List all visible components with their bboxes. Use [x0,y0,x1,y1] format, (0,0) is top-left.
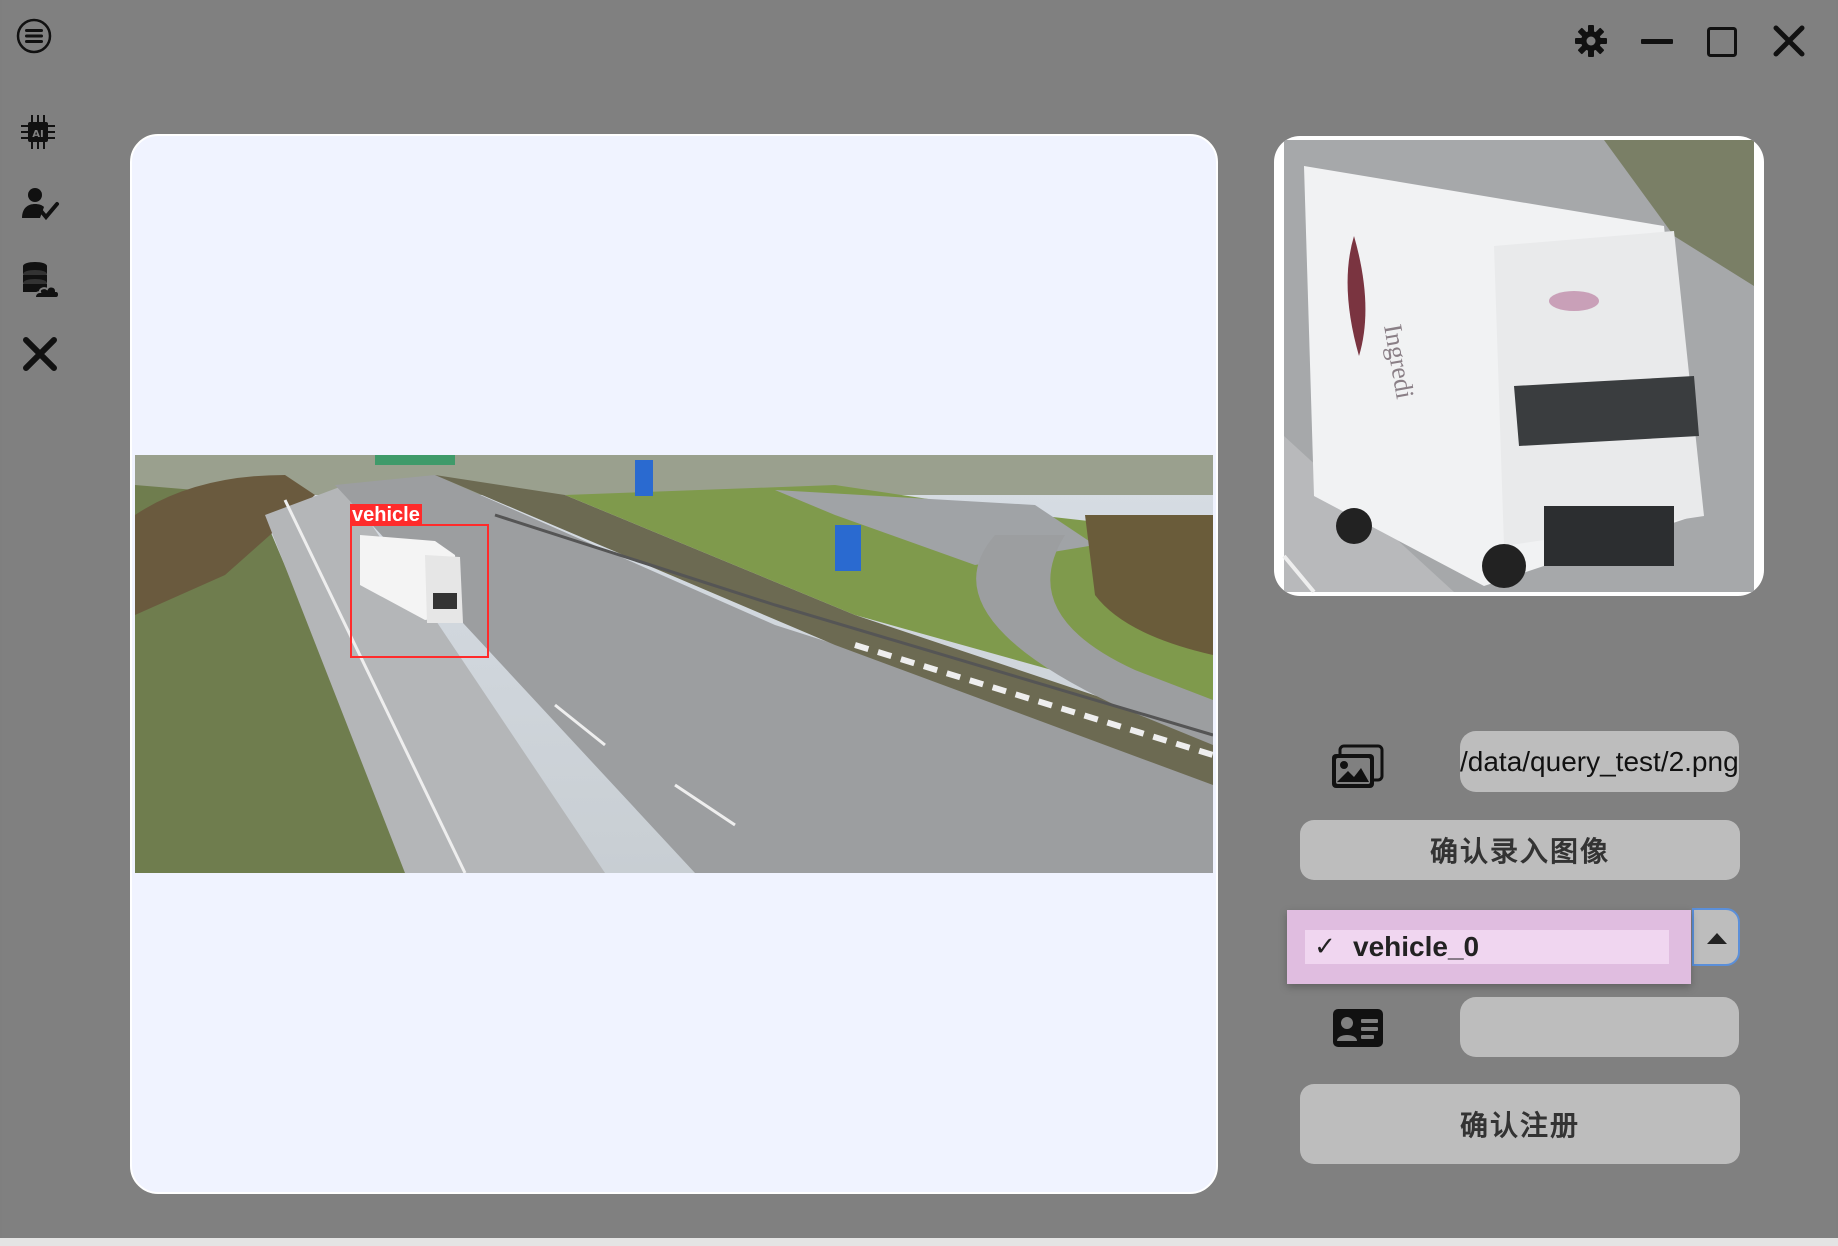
app-window: AI vehicle Ingredi /data/query_test/2.pn… [2,0,1836,1238]
image-path-field[interactable]: /data/query_test/2.png [1460,731,1739,792]
database-cloud-icon[interactable] [20,260,60,300]
dropdown-option[interactable]: ✓ vehicle_0 [1305,930,1669,964]
settings-gear-icon[interactable] [1574,24,1608,58]
vehicle-dropdown-popup: ✓ vehicle_0 [1287,910,1691,984]
dropdown-arrow-button[interactable] [1692,908,1740,966]
bottom-strip [0,1238,1838,1246]
vehicle-id-input[interactable] [1460,997,1739,1057]
ai-chip-icon[interactable]: AI [18,112,58,152]
detection-label: vehicle [350,504,422,526]
detection-scene-image: vehicle [135,455,1213,873]
minimize-icon[interactable] [1640,38,1674,46]
hamburger-menu-icon[interactable] [16,18,52,54]
detection-bounding-box [350,524,489,658]
maximize-icon[interactable] [1706,26,1738,58]
confirm-register-button[interactable]: 确认注册 [1300,1084,1740,1164]
checkmark-icon: ✓ [1314,932,1336,962]
cropped-vehicle-preview: Ingredi [1274,136,1764,596]
exit-x-icon[interactable] [22,336,58,372]
id-card-icon[interactable] [1332,1008,1384,1048]
main-image-panel: vehicle [130,134,1218,1194]
svg-text:AI: AI [32,129,43,140]
close-icon[interactable] [1772,24,1806,58]
confirm-image-button[interactable]: 确认录入图像 [1300,820,1740,880]
user-check-icon[interactable] [20,186,60,222]
dropdown-option-label: vehicle_0 [1353,931,1480,962]
images-gallery-icon[interactable] [1330,744,1384,792]
